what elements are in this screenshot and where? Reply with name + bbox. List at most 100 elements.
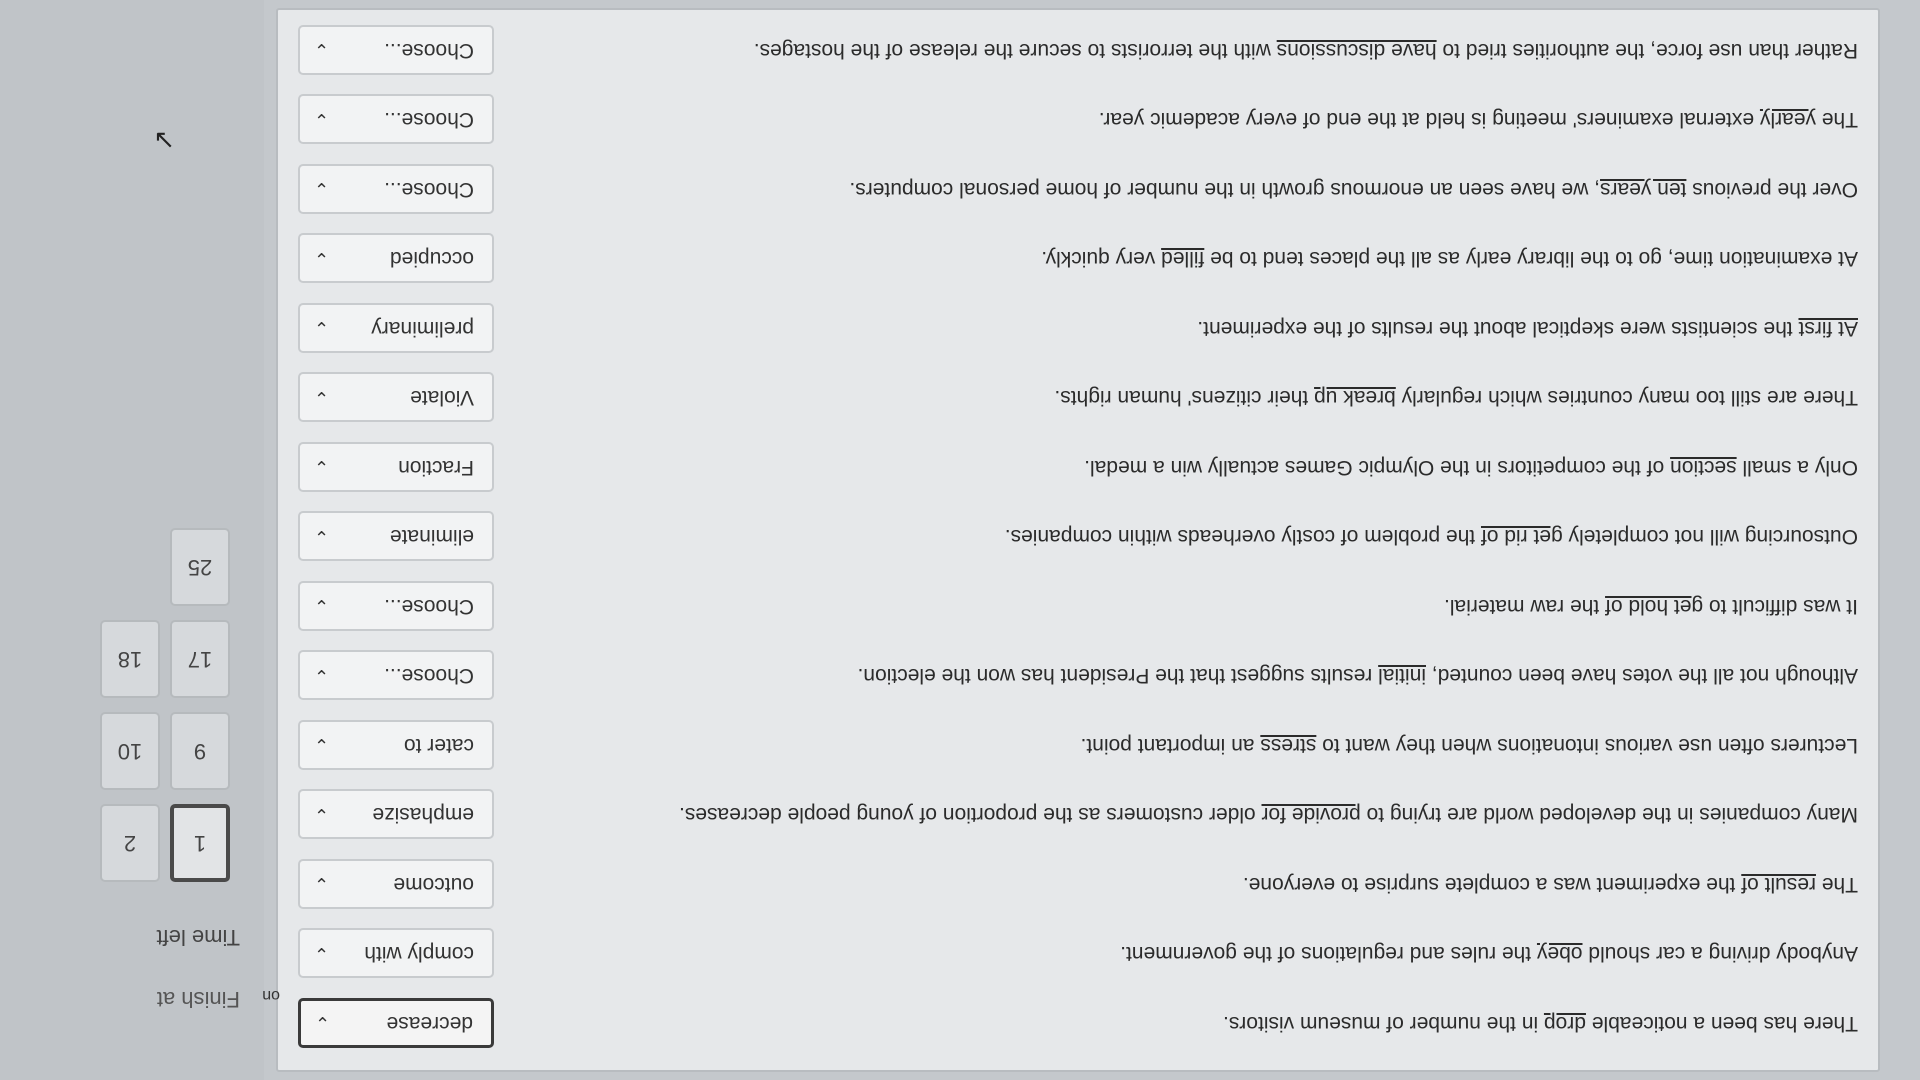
- underlined-phrase: ten years: [1600, 178, 1687, 201]
- underlined-phrase: yearly: [1759, 108, 1816, 132]
- answer-dropdown[interactable]: Violate ⌄: [298, 372, 494, 423]
- mouse-pointer-icon: ↖: [153, 124, 175, 154]
- question-text: It was difficult to get hold of the raw …: [494, 592, 1858, 620]
- question-text: Lecturers often use various intonations …: [494, 731, 1858, 759]
- chevron-down-icon: ⌄: [314, 457, 330, 478]
- question-row: The result of the experiment was a compl…: [298, 849, 1858, 919]
- underlined-phrase: filled: [1161, 247, 1205, 271]
- answer-dropdown[interactable]: decrease ⌄: [298, 998, 494, 1048]
- chevron-down-icon: ⌄: [314, 249, 330, 269]
- chevron-down-icon: ⌄: [314, 527, 330, 547]
- question-text-after: the scientists were skeptical about the …: [1197, 317, 1799, 340]
- answer-dropdown[interactable]: Choose... ⌄: [298, 650, 494, 701]
- question-text: Over the previous ten years, we have see…: [494, 175, 1858, 203]
- answer-dropdown[interactable]: Choose... ⌄: [298, 581, 494, 631]
- question-row: There has been a noticeable drop in the …: [298, 988, 1858, 1058]
- chevron-down-icon: ⌄: [314, 805, 330, 825]
- dropdown-selected-value: comply with: [364, 942, 474, 966]
- question-text-after: older customers as the proportion of you…: [678, 803, 1262, 827]
- answer-dropdown[interactable]: preliminary ⌄: [298, 303, 494, 353]
- question-text-after: in the number of museum visitors.: [1222, 1012, 1544, 1035]
- dropdown-selected-value: Violate: [410, 386, 474, 410]
- answer-dropdown[interactable]: eliminate ⌄: [298, 511, 494, 562]
- question-row: Anybody driving a car should obey the ru…: [298, 919, 1858, 989]
- dropdown-selected-value: Choose...: [384, 108, 474, 132]
- dropdown-selected-value: outcome: [393, 873, 474, 896]
- finish-attempt-link[interactable]: Finish at: [157, 986, 240, 1012]
- question-text-after: an important point.: [1080, 734, 1261, 757]
- question-text: Rather than use force, the authorities t…: [494, 36, 1858, 64]
- nav-question-2[interactable]: 2: [100, 804, 160, 882]
- chevron-down-icon: ⌄: [314, 318, 330, 339]
- question-row: At examination time, go to the library e…: [298, 224, 1858, 294]
- nav-question-1[interactable]: 1: [170, 804, 230, 882]
- question-text: Although not all the votes have been cou…: [494, 662, 1858, 690]
- chevron-down-icon: ⌄: [314, 179, 330, 200]
- chevron-down-icon: ⌄: [314, 388, 330, 408]
- question-row: Rather than use force, the authorities t…: [298, 15, 1858, 85]
- answer-dropdown[interactable]: Choose... ⌄: [298, 164, 494, 214]
- question-text: The yearly external examiners' meeting i…: [494, 106, 1858, 134]
- underlined-phrase: get rid of: [1480, 525, 1563, 549]
- chevron-down-icon: ⌄: [314, 666, 330, 686]
- question-text-before: The: [1815, 873, 1858, 896]
- question-text-after: results suggest that the President has w…: [857, 664, 1379, 688]
- nav-question-10[interactable]: 10: [100, 712, 160, 790]
- question-row: Lecturers often use various intonations …: [298, 710, 1858, 780]
- question-text-before: Over the previous: [1686, 178, 1858, 201]
- underlined-phrase: section: [1670, 456, 1737, 479]
- chevron-down-icon: ⌄: [314, 596, 330, 617]
- answer-dropdown[interactable]: cater to ⌄: [298, 720, 494, 770]
- question-text-after: external examiners' meeting is held at t…: [1098, 108, 1760, 132]
- answer-dropdown[interactable]: Fraction ⌄: [298, 442, 494, 492]
- nav-question-17[interactable]: 17: [170, 620, 230, 698]
- question-text-before: At examination time, go to the library e…: [1204, 247, 1858, 271]
- dropdown-selected-value: emphasize: [372, 803, 474, 827]
- underlined-phrase: obey: [1536, 942, 1583, 966]
- question-text-after: their citizens' human rights.: [1054, 386, 1315, 410]
- question-text-before: The: [1815, 108, 1858, 132]
- question-text-after: the raw material.: [1443, 595, 1606, 618]
- side-label: on: [262, 987, 280, 1004]
- question-text-before: Rather than use force, the authorities t…: [1436, 39, 1858, 62]
- underlined-phrase: provide for: [1261, 803, 1361, 827]
- question-row: Although not all the votes have been cou…: [298, 641, 1858, 711]
- question-row: There are still too many countries which…: [298, 363, 1858, 433]
- question-text: At first the scientists were skeptical a…: [494, 314, 1858, 342]
- answer-dropdown[interactable]: Choose... ⌄: [298, 94, 494, 145]
- question-text-before: Many companies in the developed world ar…: [1360, 803, 1858, 827]
- underlined-phrase: stress: [1260, 734, 1317, 757]
- question-text: Only a small section of the competitors …: [494, 453, 1858, 481]
- nav-question-18[interactable]: 18: [100, 620, 160, 698]
- underlined-phrase: drop: [1543, 1012, 1586, 1035]
- question-text: At examination time, go to the library e…: [494, 245, 1858, 273]
- answer-dropdown[interactable]: emphasize ⌄: [298, 789, 494, 840]
- answer-dropdown[interactable]: Choose... ⌄: [298, 25, 494, 75]
- question-row: Over the previous ten years, we have see…: [298, 154, 1858, 224]
- question-text: Outsourcing will not completely get rid …: [494, 523, 1858, 551]
- question-text-after: the experiment was a complete surprise t…: [1242, 873, 1742, 896]
- nav-question-25[interactable]: 25: [170, 528, 230, 606]
- dropdown-selected-value: occupied: [389, 247, 474, 271]
- question-text-before: Lecturers often use various intonations …: [1316, 734, 1858, 757]
- question-row: It was difficult to get hold of the raw …: [298, 571, 1858, 641]
- chevron-down-icon: ⌄: [314, 40, 330, 61]
- question-text-before: Outsourcing will not completely: [1562, 525, 1858, 549]
- answer-dropdown[interactable]: occupied ⌄: [298, 233, 494, 284]
- chevron-down-icon: ⌄: [314, 874, 330, 895]
- quiz-panel: There has been a noticeable drop in the …: [276, 8, 1880, 1072]
- question-row: The yearly external examiners' meeting i…: [298, 85, 1858, 155]
- answer-dropdown[interactable]: comply with ⌄: [298, 928, 494, 979]
- nav-question-9[interactable]: 9: [170, 712, 230, 790]
- question-text: Many companies in the developed world ar…: [494, 801, 1858, 829]
- dropdown-selected-value: cater to: [403, 734, 474, 757]
- time-left-label: Time left: [156, 925, 240, 950]
- question-text-before: It was difficult to: [1703, 595, 1858, 618]
- question-text-before: Only a small: [1736, 456, 1858, 479]
- question-text-after: , we have seen an enormous growth in the…: [849, 178, 1601, 201]
- question-row: Outsourcing will not completely get rid …: [298, 502, 1858, 572]
- question-row: Many companies in the developed world ar…: [298, 780, 1858, 850]
- answer-dropdown[interactable]: outcome ⌄: [298, 859, 494, 909]
- underlined-phrase: At first: [1798, 317, 1858, 340]
- dropdown-selected-value: Choose...: [384, 39, 474, 62]
